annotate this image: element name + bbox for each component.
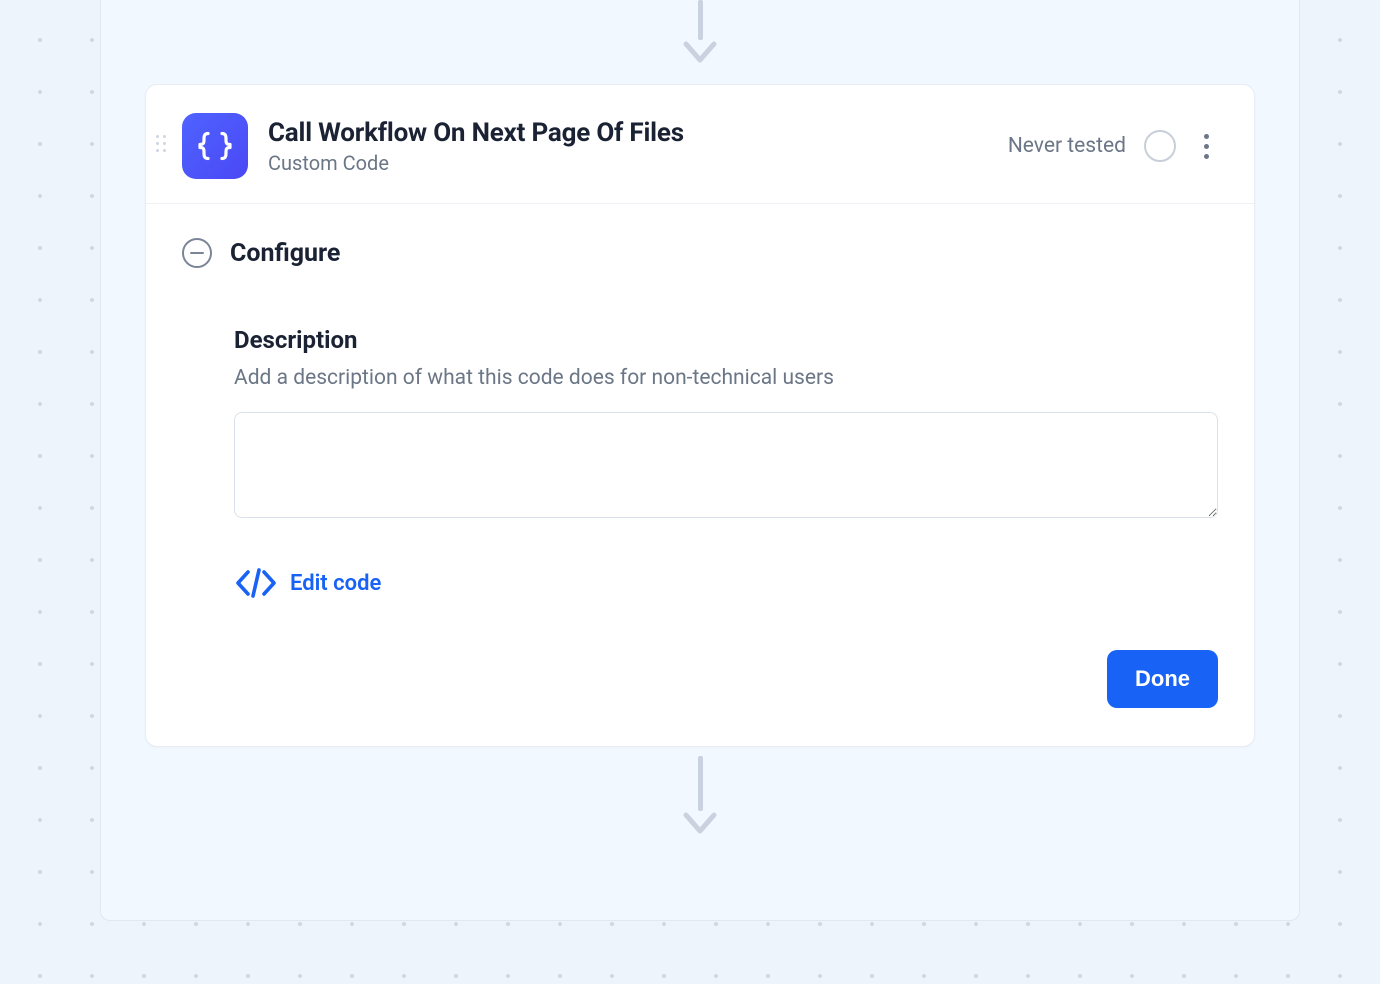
node-status-text: Never tested [1008, 134, 1126, 158]
connector-arrow-bottom [680, 756, 720, 839]
node-header[interactable]: Call Workflow On Next Page Of Files Cust… [146, 85, 1254, 204]
edit-code-button[interactable]: Edit code [234, 568, 1218, 598]
connector-arrow-top [680, 0, 720, 68]
description-label: Description [234, 326, 1218, 354]
workflow-panel: Call Workflow On Next Page Of Files Cust… [100, 0, 1300, 921]
code-angle-icon [234, 568, 278, 598]
status-circle-icon[interactable] [1144, 130, 1176, 162]
description-input[interactable] [234, 412, 1218, 518]
edit-code-label: Edit code [290, 571, 381, 596]
description-help: Add a description of what this code does… [234, 366, 1218, 390]
node-title: Call Workflow On Next Page Of Files [268, 117, 1008, 150]
collapse-section-button[interactable] [182, 238, 212, 268]
code-braces-icon [182, 113, 248, 179]
section-title: Configure [230, 239, 340, 268]
node-body: Configure Description Add a description … [146, 204, 1254, 746]
done-button[interactable]: Done [1107, 650, 1218, 708]
node-menu-button[interactable] [1194, 130, 1218, 162]
workflow-node-card: Call Workflow On Next Page Of Files Cust… [145, 84, 1255, 747]
node-subtitle: Custom Code [268, 151, 1008, 175]
drag-handle-icon[interactable] [156, 135, 170, 153]
minus-icon [190, 252, 204, 255]
